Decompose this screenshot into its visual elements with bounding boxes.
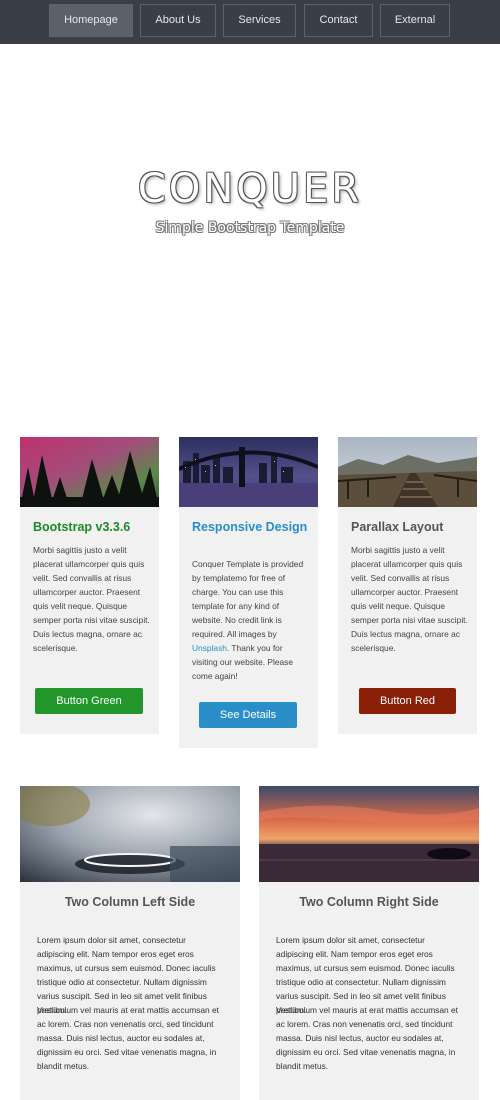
city-bridge-image [179, 437, 318, 507]
railway-bridge-image [338, 437, 477, 507]
card-text: Conquer Template is provided by template… [192, 557, 310, 683]
column-right: Two Column Right Side Lorem ipsum dolor … [259, 786, 479, 1100]
card-responsive: Responsive Design Conquer Template is pr… [179, 437, 318, 748]
column-paragraph: Vestibulum vel mauris at erat mattis acc… [276, 1005, 458, 1071]
sunset-sea-image [259, 786, 479, 882]
card-title: Responsive Design [192, 520, 308, 534]
nav-about-us[interactable]: About Us [140, 4, 216, 37]
column-paragraph: Vestibulum vel mauris at erat mattis acc… [37, 1005, 219, 1071]
card-title: Bootstrap v3.3.6 [33, 520, 131, 534]
button-green[interactable]: Button Green [35, 688, 143, 714]
hero-subtitle: Simple Bootstrap Template [155, 220, 345, 236]
nav-contact[interactable]: Contact [304, 4, 373, 37]
nav-services[interactable]: Services [223, 4, 296, 37]
card-bootstrap: Bootstrap v3.3.6 Morbi sagittis justo a … [20, 437, 159, 734]
column-title: Two Column Right Side [299, 895, 439, 909]
unsplash-link[interactable]: Unsplash [192, 643, 227, 653]
coffee-cup-image [20, 786, 240, 882]
hero-title: CONQUER [137, 166, 363, 212]
hero-section: CONQUER Simple Bootstrap Template [0, 44, 500, 424]
card-text-part: Conquer Template is provided by template… [192, 559, 304, 639]
column-title: Two Column Left Side [64, 895, 196, 909]
card-parallax: Parallax Layout Morbi sagittis justo a v… [338, 437, 477, 734]
column-left: Two Column Left Side Lorem ipsum dolor s… [20, 786, 240, 1100]
aurora-forest-image [20, 437, 159, 507]
nav-homepage[interactable]: Homepage [49, 4, 133, 37]
card-text: Morbi sagittis justo a velit placerat ul… [351, 545, 468, 653]
see-details-button[interactable]: See Details [199, 702, 297, 728]
button-red[interactable]: Button Red [359, 688, 456, 714]
top-navbar: Homepage About Us Services Contact Exter… [0, 0, 500, 44]
nav-external[interactable]: External [380, 4, 450, 37]
card-title: Parallax Layout [351, 520, 444, 534]
card-text: Morbi sagittis justo a velit placerat ul… [33, 545, 150, 653]
